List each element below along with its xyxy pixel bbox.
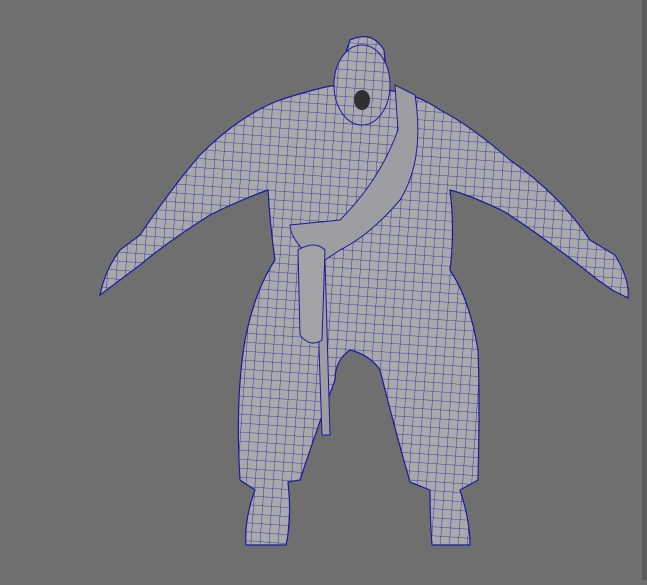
character-model[interactable] xyxy=(0,0,647,580)
3d-viewport[interactable] xyxy=(0,0,647,580)
head xyxy=(333,44,391,126)
viewport-border xyxy=(642,0,647,580)
